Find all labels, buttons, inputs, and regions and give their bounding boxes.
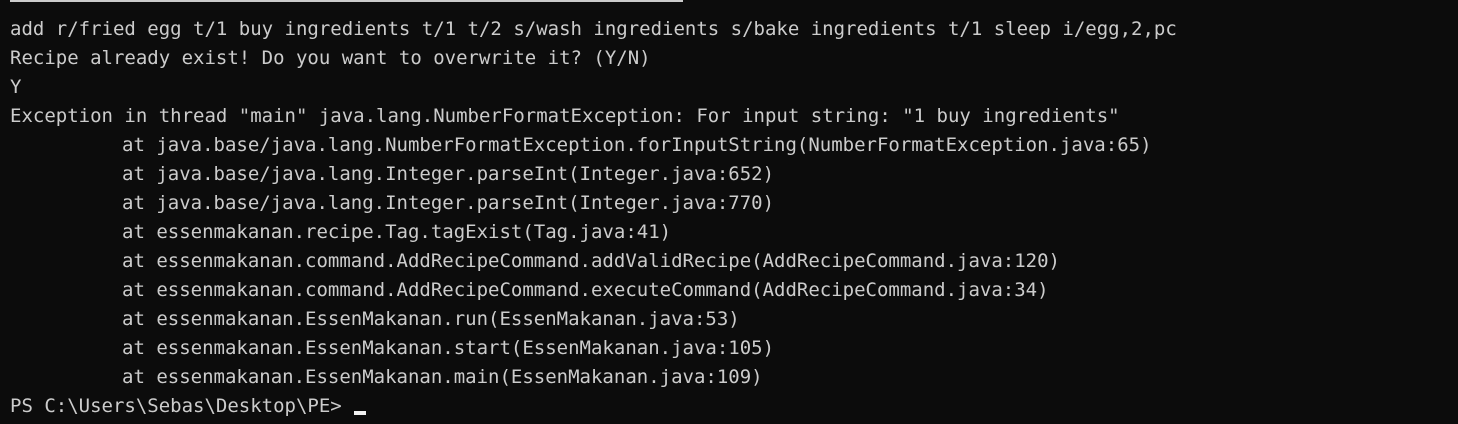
command-line: add r/fried egg t/1 buy ingredients t/1 … (10, 18, 1177, 40)
shell-prompt-line[interactable]: PS C:\Users\Sebas\Desktop\PE> (10, 392, 1177, 421)
stack-trace-line: at essenmakanan.recipe.Tag.tagExist(Tag.… (122, 221, 672, 243)
stack-trace-line: at essenmakanan.EssenMakanan.main(EssenM… (122, 366, 763, 388)
stack-trace-line: at essenmakanan.EssenMakanan.start(Essen… (122, 337, 775, 359)
shell-prompt: PS C:\Users\Sebas\Desktop\PE> (10, 395, 342, 417)
stack-trace-line: at essenmakanan.command.AddRecipeCommand… (122, 250, 1060, 272)
scrollback-edge (10, 0, 683, 2)
user-answer: Y (10, 76, 22, 98)
stack-trace-line: at essenmakanan.command.AddRecipeCommand… (122, 279, 1049, 301)
terminal-output[interactable]: add r/fried egg t/1 buy ingredients t/1 … (10, 15, 1177, 421)
stack-trace-line: at essenmakanan.EssenMakanan.run(EssenMa… (122, 308, 740, 330)
text-cursor (353, 410, 366, 415)
stack-trace-line: at java.base/java.lang.Integer.parseInt(… (122, 192, 775, 214)
stack-trace-line: at java.base/java.lang.Integer.parseInt(… (122, 163, 775, 185)
exception-message: Exception in thread "main" java.lang.Num… (10, 105, 1120, 127)
overwrite-prompt: Recipe already exist! Do you want to ove… (10, 47, 651, 69)
stack-trace-line: at java.base/java.lang.NumberFormatExcep… (122, 134, 1152, 156)
